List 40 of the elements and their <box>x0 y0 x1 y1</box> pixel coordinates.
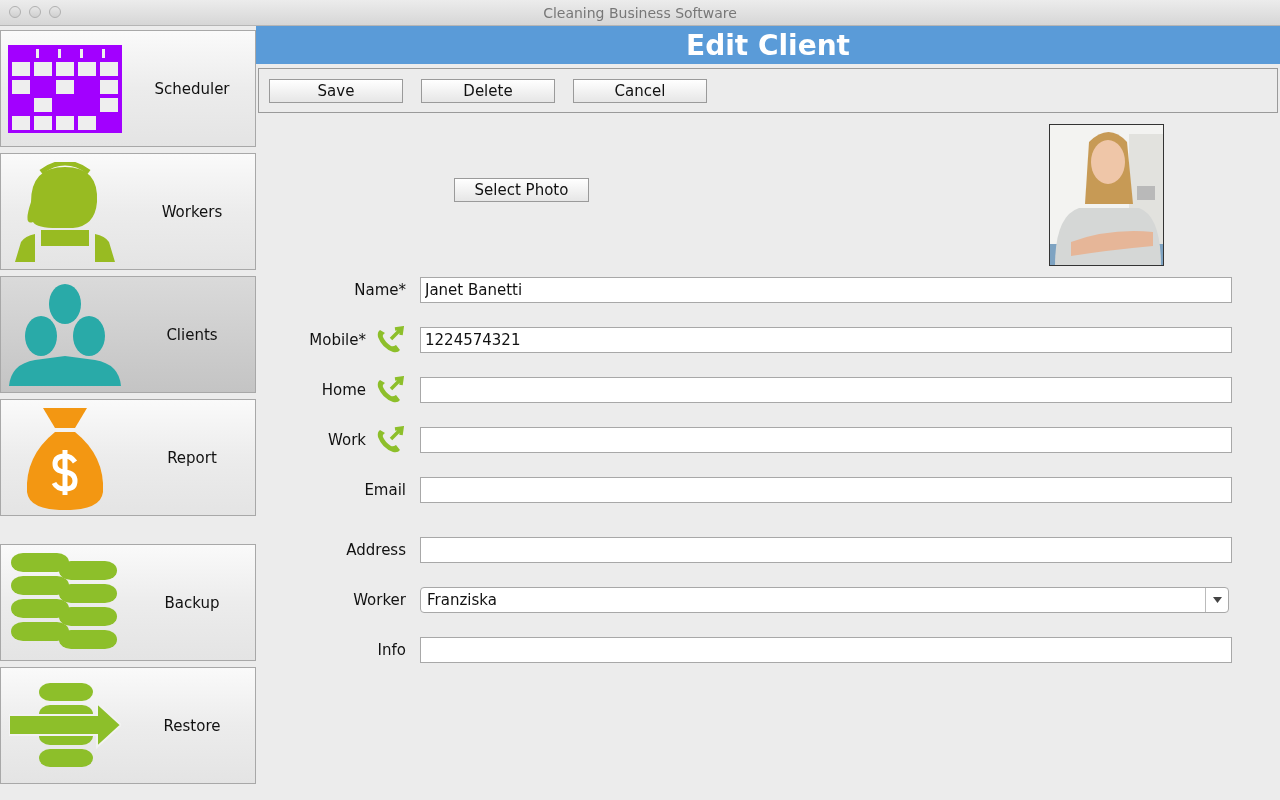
caret-icon <box>1212 597 1222 603</box>
worker-dropdown[interactable]: Franziska <box>420 587 1229 613</box>
field-label: Info <box>377 641 406 659</box>
nav-button[interactable]: Workers <box>0 153 256 270</box>
text-field[interactable] <box>420 377 1232 403</box>
text-field[interactable]: Janet Banetti <box>420 277 1232 303</box>
nav-button[interactable]: Restore <box>0 667 256 784</box>
field-label: Home <box>321 381 366 399</box>
window-control-button[interactable] <box>9 6 21 18</box>
worker-icon <box>13 161 117 262</box>
nav-button[interactable]: Scheduler <box>0 30 256 147</box>
text-field[interactable] <box>420 637 1232 663</box>
field-label: Email <box>364 481 406 499</box>
header-bar: Edit Client <box>256 26 1280 64</box>
field-label: Work <box>328 431 366 449</box>
toolbar-button[interactable]: Delete <box>421 78 555 103</box>
phone-call-icon[interactable] <box>376 426 406 454</box>
text-field[interactable]: 1224574321 <box>420 327 1232 353</box>
phone-call-icon[interactable] <box>376 326 406 354</box>
database-arrow-icon <box>9 682 121 769</box>
phone-call-icon[interactable] <box>376 376 406 404</box>
window-title: Cleaning Business Software <box>543 4 737 21</box>
toolbar-button[interactable]: Cancel <box>573 78 707 103</box>
calendar-icon <box>8 44 122 133</box>
nav-button[interactable]: Report <box>0 399 256 516</box>
window-control-button[interactable] <box>29 6 41 18</box>
text-field[interactable] <box>420 477 1232 503</box>
nav-button[interactable]: Backup <box>0 544 256 661</box>
field-label: Worker <box>353 591 406 609</box>
text-field[interactable] <box>420 427 1232 453</box>
toolbar-button[interactable]: Save <box>269 78 403 103</box>
text-field[interactable] <box>420 537 1232 563</box>
field-label: Address <box>346 541 406 559</box>
select-photo-button[interactable]: Select Photo <box>454 178 589 202</box>
field-label: Mobile* <box>309 331 366 349</box>
people-icon <box>9 283 121 386</box>
field-label: Name* <box>354 281 406 299</box>
window-control-button[interactable] <box>49 6 61 18</box>
nav-button[interactable]: Clients <box>0 276 256 393</box>
money-bag-icon <box>25 405 105 510</box>
